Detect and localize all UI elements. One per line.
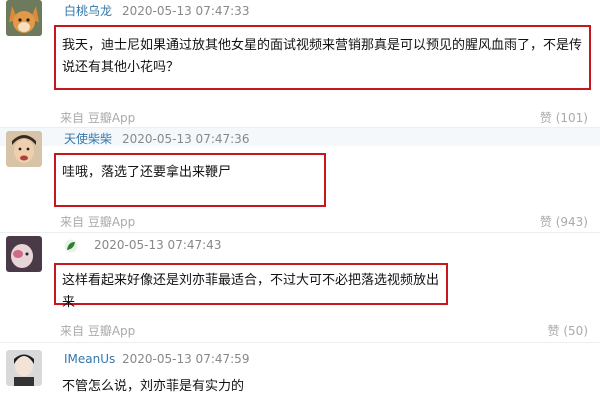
comment-text: 这样看起来好像还是刘亦菲最适合，不过大可不必把落选视频放出来: [62, 273, 440, 310]
comment-timestamp: 2020-05-13 07:47:59: [122, 352, 250, 366]
comment-timestamp: 2020-05-13 07:47:36: [122, 132, 250, 146]
comment-username[interactable]: 天使柴柴: [64, 131, 112, 147]
comment-divider: [0, 127, 600, 128]
comment-username[interactable]: 白桃乌龙: [64, 3, 112, 19]
comment-divider: [0, 342, 600, 343]
user-avatar[interactable]: [6, 350, 42, 386]
comment-source: 来自 豆瓣App: [60, 215, 136, 229]
like-button[interactable]: 赞 (101): [540, 110, 588, 126]
user-avatar[interactable]: [6, 236, 42, 272]
user-avatar[interactable]: [6, 131, 42, 167]
fox-avatar-icon: [6, 0, 42, 36]
leaf-icon: [64, 238, 78, 253]
person-avatar-icon: [6, 350, 42, 386]
comment-divider: [0, 232, 600, 233]
comment-timestamp: 2020-05-13 07:47:43: [94, 238, 222, 252]
comment-username[interactable]: IMeanUs: [64, 351, 115, 367]
comment-source: 来自 豆瓣App: [60, 324, 136, 338]
comment-text: 不管怎么说，刘亦菲是有实力的: [62, 379, 245, 394]
like-button[interactable]: 赞 (943): [540, 214, 588, 230]
user-avatar[interactable]: [6, 0, 42, 36]
portrait-avatar-icon: [6, 236, 42, 272]
comment-text: 我天，迪士尼如果通过放其他女星的面试视频来营销那真是可以预见的腥风血雨了，不是传…: [62, 38, 583, 75]
comment-timestamp: 2020-05-13 07:47:33: [122, 4, 250, 18]
like-button[interactable]: 赞 (50): [548, 323, 588, 339]
face-avatar-icon: [6, 131, 42, 167]
comment-source: 来自 豆瓣App: [60, 111, 136, 125]
comment-text: 哇哦，落选了还要拿出来鞭尸: [62, 165, 232, 180]
